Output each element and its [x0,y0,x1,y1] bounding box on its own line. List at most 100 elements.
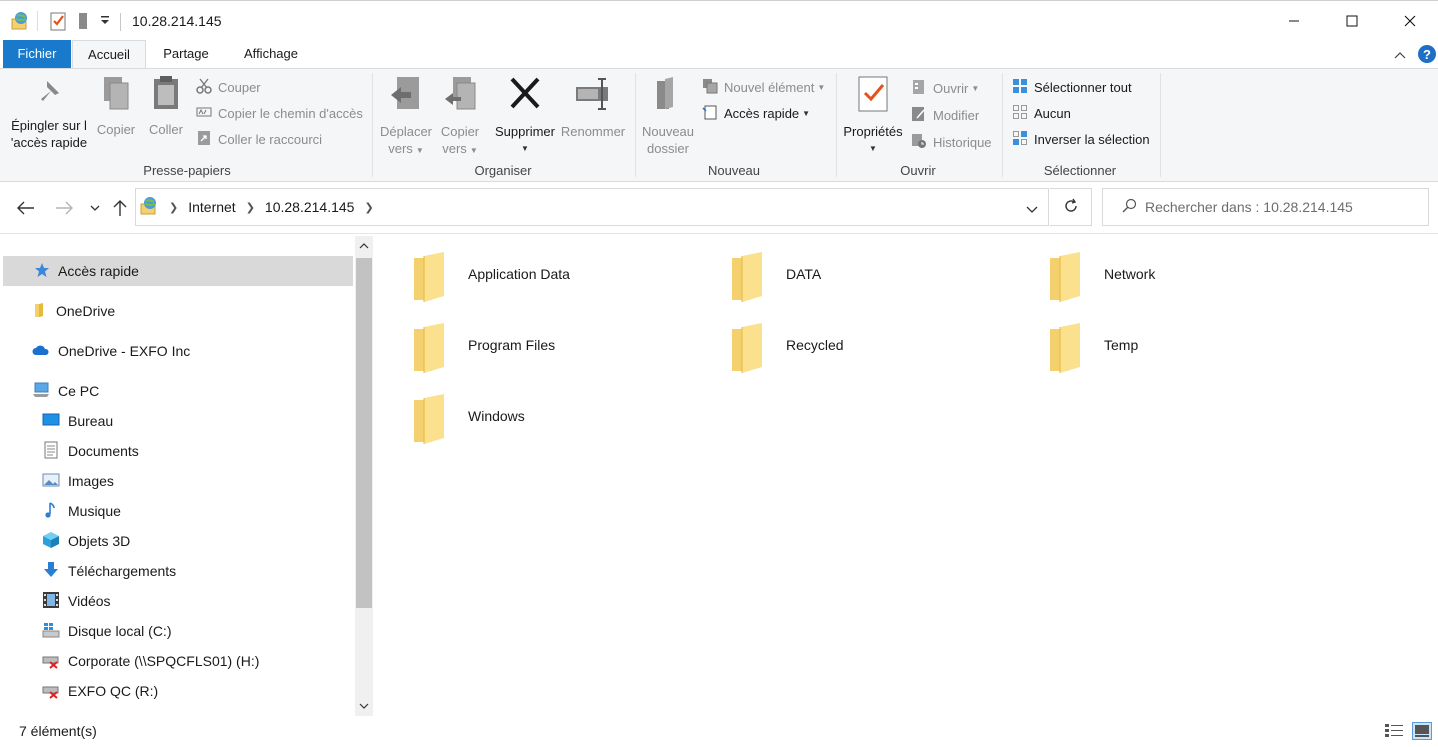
folder-icon [1046,250,1086,307]
nav-item-desktop[interactable]: Bureau [42,406,113,436]
network-location-icon[interactable] [10,11,30,34]
nav-item-local-disk[interactable]: Disque local (C:) [42,616,171,646]
properties-label: Propriétés [843,124,903,139]
up-button[interactable] [109,197,131,219]
tab-share[interactable]: Partage [150,40,222,68]
close-button[interactable] [1381,1,1438,41]
breadcrumb-internet[interactable]: Internet [184,199,239,215]
nav-item-onedrive[interactable]: OneDrive [32,296,115,326]
search-input[interactable] [1145,199,1425,215]
navigation-bar: ❯ Internet ❯ 10.28.214.145 ❯ [0,182,1438,234]
nav-label: Téléchargements [68,563,177,579]
pin-quick-access-button[interactable]: Épingler sur l 'accès rapide [6,75,92,151]
tab-file[interactable]: Fichier [3,40,71,68]
edit-button[interactable]: Modifier [911,105,979,125]
nav-label: Objets 3D [68,533,131,549]
new-item-label: Nouvel élément [724,79,815,95]
group-label-open: Ouvrir [900,163,936,178]
properties-button[interactable]: Propriétés ▼ [840,75,906,157]
maximize-button[interactable] [1323,1,1381,41]
properties-dropdown-caret[interactable]: ▼ [840,140,906,157]
rename-button[interactable]: Renommer [560,75,626,140]
back-button[interactable] [15,197,37,219]
breadcrumb-host[interactable]: 10.28.214.145 [261,199,359,215]
cut-label: Couper [218,79,261,95]
scroll-up-icon[interactable] [355,236,373,256]
paste-shortcut-button[interactable]: Coller le raccourci [196,129,322,149]
forward-button[interactable] [53,197,75,219]
nav-item-this-pc[interactable]: Ce PC [32,376,99,406]
easy-access-button[interactable]: Accès rapide ▼ [702,103,810,123]
cut-button[interactable]: Couper [196,77,261,97]
open-button[interactable]: Ouvrir ▼ [911,78,979,98]
customize-toolbar-icon[interactable] [100,15,110,30]
nav-item-videos[interactable]: Vidéos [42,586,111,616]
folder-item[interactable]: Program Files [410,315,710,377]
minimize-button[interactable] [1265,1,1323,41]
network-drive-disconnected-icon [42,651,60,672]
breadcrumb-chevron-icon[interactable]: ❯ [358,201,379,214]
breadcrumb-chevron-icon[interactable]: ❯ [240,201,261,214]
search-box [1102,188,1429,226]
nav-item-pictures[interactable]: Images [42,466,114,496]
select-all-button[interactable]: Sélectionner tout [1012,77,1132,97]
nav-label: EXFO QC (R:) [68,683,159,699]
invert-selection-button[interactable]: Inverser la sélection [1012,129,1150,149]
group-label-organize: Organiser [474,163,532,178]
help-icon[interactable]: ? [1417,44,1437,67]
folder-name: Windows [468,408,525,424]
nav-item-documents[interactable]: Documents [42,436,139,466]
folder-item[interactable]: DATA [728,244,1028,306]
folder-item[interactable]: Windows [410,386,710,448]
new-item-button[interactable]: Nouvel élément ▼ [702,77,825,97]
recent-locations-button[interactable] [84,197,106,219]
folder-item[interactable]: Recycled [728,315,1028,377]
nav-label: Images [68,473,114,489]
folder-item[interactable]: Application Data [410,244,710,306]
address-history-dropdown-icon[interactable] [1026,202,1038,217]
easy-access-label: Accès rapide [724,105,800,121]
properties-quick-icon[interactable] [49,11,67,34]
move-to-button[interactable]: Déplacer vers ▼ [378,75,434,159]
scroll-down-icon[interactable] [355,696,373,716]
scrollbar-thumb[interactable] [356,258,372,608]
folder-icon [410,250,450,307]
copy-path-label: Copier le chemin d'accès [218,105,363,121]
new-folder-button[interactable]: Nouveau dossier [640,75,696,157]
delete-button[interactable]: Supprimer ▼ [492,75,558,157]
copy-to-button[interactable]: Copier vers ▼ [436,75,484,159]
copy-button[interactable]: Copier [94,75,138,138]
folder-item[interactable]: Network [1046,244,1346,306]
new-folder-label-2: dossier [647,141,689,156]
nav-item-onedrive-exfo[interactable]: OneDrive - EXFO Inc [32,336,190,366]
folder-item[interactable]: Temp [1046,315,1346,377]
collapse-ribbon-icon[interactable] [1394,48,1406,63]
history-button[interactable]: Historique [911,132,992,152]
large-icons-view-icon[interactable] [1412,722,1432,743]
tab-home[interactable]: Accueil [72,40,146,68]
refresh-button[interactable] [1050,188,1092,226]
select-none-button[interactable]: Aucun [1012,103,1071,123]
nav-item-3d-objects[interactable]: Objets 3D [42,526,130,556]
video-icon [42,591,60,612]
new-folder-label-1: Nouveau [641,124,695,139]
nav-label: OneDrive - EXFO Inc [58,343,191,359]
nav-item-exfo-qc-drive[interactable]: EXFO QC (R:) [42,676,158,706]
nav-item-quick-access[interactable]: Accès rapide [3,256,353,286]
refresh-icon [1063,198,1079,217]
address-bar[interactable]: ❯ Internet ❯ 10.28.214.145 ❯ [135,188,1049,226]
paste-shortcut-label: Coller le raccourci [218,131,323,147]
details-view-icon[interactable] [1384,722,1404,743]
nav-item-downloads[interactable]: Téléchargements [42,556,176,586]
delete-dropdown-caret[interactable]: ▼ [492,140,558,157]
tab-view[interactable]: Affichage [232,40,310,68]
cube-icon [42,531,60,552]
new-folder-quick-icon[interactable] [77,11,91,34]
nav-item-corporate-drive[interactable]: Corporate (\\SPQCFLS01) (H:) [42,646,259,676]
nav-pane-scrollbar[interactable] [355,236,373,716]
copy-path-button[interactable]: Copier le chemin d'accès [196,103,363,123]
paste-button[interactable]: Coller [144,75,188,138]
nav-item-music[interactable]: Musique [42,496,121,526]
breadcrumb-chevron-icon[interactable]: ❯ [163,201,184,214]
new-folder-icon [640,75,696,117]
